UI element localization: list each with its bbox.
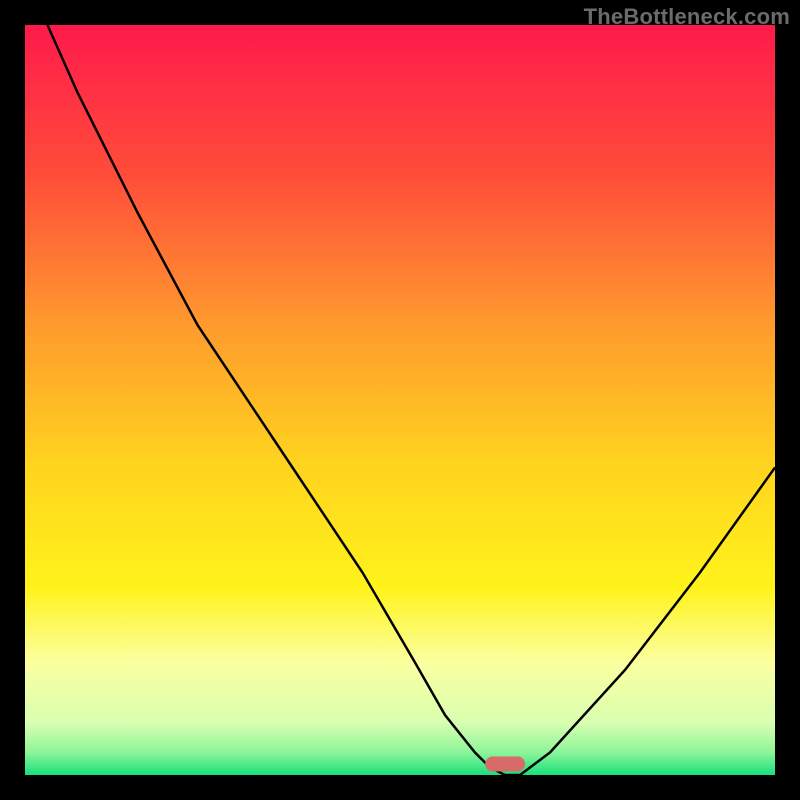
gradient-background <box>25 25 775 775</box>
chart-frame: TheBottleneck.com <box>0 0 800 800</box>
plot-area <box>25 25 775 775</box>
optimal-marker <box>485 756 525 771</box>
watermark-text: TheBottleneck.com <box>584 4 790 30</box>
